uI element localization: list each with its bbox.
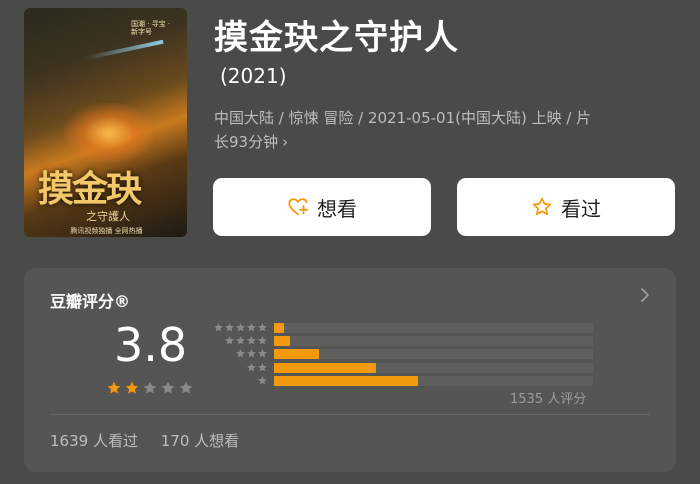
distribution-bar-track xyxy=(274,336,593,347)
distribution-stars xyxy=(235,348,268,360)
distribution-stars xyxy=(257,375,268,387)
mini-star-icon xyxy=(258,362,267,371)
movie-title: 摸金玦之守护人 xyxy=(214,18,459,58)
star-empty-icon xyxy=(143,381,157,394)
distribution-bar-fill xyxy=(274,349,319,360)
distribution-bar-fill xyxy=(274,362,376,373)
distribution-row-5-star xyxy=(208,322,608,335)
star-filled-icon xyxy=(125,381,139,394)
mini-star-icon xyxy=(258,375,267,385)
want-label: 想看 xyxy=(317,196,357,221)
audience-stats: 1639 人看过 170 人想看 xyxy=(50,430,239,451)
movie-poster[interactable]: 国潮 · 寻宝 · 新字号 摸金玦 之守護人 腾讯视频独播 全网热播 xyxy=(24,8,187,237)
mini-star-icon xyxy=(258,349,267,358)
mini-star-icon xyxy=(247,362,256,371)
mini-star-icon xyxy=(247,349,256,358)
rating-stars xyxy=(106,380,194,396)
divider xyxy=(50,414,650,415)
poster-fire-glow xyxy=(64,103,154,163)
distribution-row-4-star xyxy=(208,335,608,348)
star-empty-icon xyxy=(161,381,175,394)
star-filled-icon xyxy=(107,381,121,394)
movie-meta[interactable]: 中国大陆 / 惊悚 冒险 / 2021-05-01(中国大陆) 上映 / 片 长… xyxy=(214,106,684,154)
distribution-bar-track xyxy=(274,375,593,386)
rating-score: 3.8 xyxy=(114,318,188,372)
rating-count: 1535 人评分 xyxy=(510,392,587,407)
heart-plus-icon xyxy=(287,196,309,218)
distribution-bar-fill xyxy=(274,323,284,333)
distribution-bar-fill xyxy=(274,336,290,347)
mini-star-icon xyxy=(258,323,267,332)
mini-star-icon xyxy=(236,336,245,345)
star-empty-icon xyxy=(179,381,193,394)
watched-button[interactable]: 看过 xyxy=(457,178,675,236)
distribution-stars xyxy=(224,335,268,347)
poster-light-beam xyxy=(84,39,164,61)
poster-side-text: 国潮 · 寻宝 · 新字号 xyxy=(131,20,171,37)
mini-star-icon xyxy=(247,336,256,345)
distribution-row-2-star xyxy=(208,362,608,375)
mini-star-icon xyxy=(236,349,245,358)
distribution-bar-track xyxy=(274,349,593,360)
want-count[interactable]: 170 人想看 xyxy=(161,432,239,450)
distribution-row-1-star xyxy=(208,375,608,388)
rating-source-label: 豆瓣评分® xyxy=(50,292,131,311)
meta-line-2: 长93分钟 xyxy=(214,133,279,151)
distribution-bar-track xyxy=(274,323,593,333)
mini-star-icon xyxy=(225,323,234,332)
poster-title: 摸金玦 xyxy=(38,168,142,210)
poster-subtitle: 之守護人 xyxy=(86,210,130,223)
mini-star-icon xyxy=(258,336,267,345)
seen-count[interactable]: 1639 人看过 xyxy=(50,432,138,450)
mini-star-icon xyxy=(214,323,223,332)
mini-star-icon xyxy=(225,336,234,345)
mini-star-icon xyxy=(247,323,256,332)
distribution-bar-fill xyxy=(274,375,418,386)
rating-card[interactable]: 豆瓣评分® 3.8 1535 人评分 1639 人看过 170 人想看 xyxy=(24,268,676,472)
distribution-row-3-star xyxy=(208,348,608,361)
meta-line-2-wrap: 长93分钟 › xyxy=(214,130,684,154)
chevron-right-icon[interactable] xyxy=(638,286,652,304)
chevron-right-icon[interactable]: › xyxy=(282,133,288,151)
distribution-stars xyxy=(246,362,268,374)
mini-star-icon xyxy=(236,323,245,332)
meta-line-1: 中国大陆 / 惊悚 冒险 / 2021-05-01(中国大陆) 上映 / 片 xyxy=(214,109,592,127)
poster-footer: 腾讯视频独播 全网热播 xyxy=(70,227,143,235)
distribution-stars xyxy=(213,322,268,334)
seen-label: 看过 xyxy=(561,196,601,221)
star-outline-icon xyxy=(531,196,553,218)
movie-year: (2021) xyxy=(220,64,287,88)
distribution-bar-track xyxy=(274,362,593,373)
want-to-watch-button[interactable]: 想看 xyxy=(213,178,431,236)
